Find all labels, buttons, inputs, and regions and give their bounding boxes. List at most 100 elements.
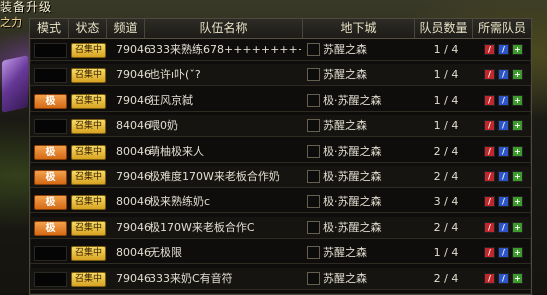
purple-crystal-decoration bbox=[2, 55, 28, 113]
party-row[interactable]: 召集中 79046 333来奶C有音符 苏醒之森 2 / 4// + bbox=[30, 267, 531, 290]
mode-normal-badge bbox=[34, 246, 67, 262]
header-required-members[interactable]: 所需队员 bbox=[473, 19, 531, 38]
channel-number: 84046 bbox=[116, 119, 151, 133]
recruiting-status-badge: 召集中 bbox=[71, 220, 106, 236]
member-count: 1 / 4 bbox=[433, 119, 459, 133]
plus-icon[interactable]: + bbox=[512, 69, 523, 81]
header-mode[interactable]: 模式 bbox=[30, 19, 69, 38]
staff-icon[interactable]: / bbox=[498, 94, 509, 106]
staff-icon[interactable]: / bbox=[498, 120, 509, 132]
staff-icon[interactable]: / bbox=[498, 272, 509, 284]
dungeon-name: 极·苏醒之森 bbox=[323, 195, 382, 209]
party-row[interactable]: 召集中 79046 也许ı卟(ˇ? 苏醒之森 1 / 4// + bbox=[30, 64, 531, 87]
channel-number: 80046 bbox=[116, 246, 151, 260]
dungeon-checkbox[interactable] bbox=[307, 271, 320, 285]
plus-icon[interactable]: + bbox=[512, 171, 523, 182]
dungeon-name: 极·苏醒之森 bbox=[323, 220, 382, 234]
plus-icon[interactable]: + bbox=[512, 196, 523, 208]
dungeon-name: 苏醒之森 bbox=[323, 43, 367, 56]
member-count: 2 / 4 bbox=[433, 220, 459, 234]
party-row[interactable]: 极召集中 79046 极170W来老板合作C 极·苏醒之森 2 / 4// + bbox=[30, 216, 531, 239]
dungeon-name: 苏醒之森 bbox=[323, 246, 367, 260]
mode-normal-badge bbox=[34, 271, 67, 287]
dungeon-checkbox[interactable] bbox=[307, 195, 320, 209]
dungeon-checkbox[interactable] bbox=[307, 144, 320, 158]
mode-extreme-badge: 极 bbox=[34, 144, 67, 160]
sword-icon[interactable]: / bbox=[484, 69, 495, 81]
staff-icon[interactable]: / bbox=[498, 145, 509, 157]
staff-icon[interactable]: / bbox=[498, 69, 509, 81]
party-row[interactable]: 极召集中 80046 萌柚极来人 极·苏醒之森 2 / 4// + bbox=[30, 141, 531, 163]
channel-number: 79046 bbox=[116, 93, 151, 107]
member-count: 3 / 4 bbox=[433, 195, 459, 209]
dungeon-name: 苏醒之森 bbox=[323, 271, 367, 285]
header-party-name[interactable]: 队伍名称 bbox=[145, 19, 303, 38]
recruiting-status-badge: 召集中 bbox=[71, 144, 106, 160]
party-name: 极来熟练奶c bbox=[149, 195, 211, 209]
header-member-count[interactable]: 队员数量 bbox=[415, 19, 473, 38]
member-count: 1 / 4 bbox=[433, 43, 459, 56]
party-row[interactable]: 极召集中 79046 极难度170W来老板合作奶 极·苏醒之森 2 / 4// + bbox=[30, 166, 531, 188]
recruiting-status-badge: 召集中 bbox=[71, 68, 106, 84]
staff-icon[interactable]: / bbox=[498, 196, 509, 208]
party-row[interactable]: 极召集中 80046 极来熟练奶c 极·苏醒之森 3 / 4// + bbox=[30, 191, 531, 214]
party-row[interactable]: 召集中 84046 喂0奶 苏醒之森 1 / 4// + bbox=[30, 115, 531, 138]
sword-icon[interactable]: / bbox=[484, 221, 495, 233]
staff-icon[interactable]: / bbox=[498, 171, 509, 182]
staff-icon[interactable]: / bbox=[498, 44, 509, 55]
mode-normal-badge bbox=[34, 43, 67, 58]
dungeon-name: 苏醒之森 bbox=[323, 68, 367, 82]
plus-icon[interactable]: + bbox=[512, 94, 523, 106]
plus-icon[interactable]: + bbox=[512, 221, 523, 233]
party-row[interactable]: 召集中 80046 无极限 苏醒之森 1 / 4// + bbox=[30, 242, 531, 265]
mode-extreme-badge: 极 bbox=[34, 220, 67, 236]
member-count: 1 / 4 bbox=[433, 246, 459, 260]
dungeon-checkbox[interactable] bbox=[307, 93, 320, 107]
header-channel[interactable]: 频道 bbox=[107, 19, 145, 38]
dungeon-checkbox[interactable] bbox=[307, 246, 320, 260]
sword-icon[interactable]: / bbox=[484, 145, 495, 157]
header-status[interactable]: 状态 bbox=[69, 19, 107, 38]
plus-icon[interactable]: + bbox=[512, 247, 523, 259]
sword-icon[interactable]: / bbox=[484, 44, 495, 55]
party-row[interactable]: 极召集中 79046 狂风京弑 极·苏醒之森 1 / 4// + bbox=[30, 90, 531, 112]
header-dungeon[interactable]: 地下城 bbox=[303, 19, 415, 38]
mode-normal-badge bbox=[34, 119, 67, 135]
dungeon-checkbox[interactable] bbox=[307, 170, 320, 183]
party-row[interactable]: 召集中79046333来熟练678+++++++++++苏醒之森1 / 4//+ bbox=[30, 39, 531, 61]
dungeon-checkbox[interactable] bbox=[307, 43, 320, 56]
staff-icon[interactable]: / bbox=[498, 221, 509, 233]
recruiting-status-badge: 召集中 bbox=[71, 271, 106, 287]
dungeon-name: 极·苏醒之森 bbox=[323, 170, 382, 183]
sword-icon[interactable]: / bbox=[484, 272, 495, 284]
dungeon-checkbox[interactable] bbox=[307, 68, 320, 82]
party-name: 333来奶C有音符 bbox=[149, 271, 233, 285]
party-name: 喂0奶 bbox=[149, 119, 178, 133]
sword-icon[interactable]: / bbox=[484, 247, 495, 259]
dungeon-name: 极·苏醒之森 bbox=[323, 93, 382, 107]
mode-normal-badge bbox=[34, 68, 67, 84]
mode-extreme-badge: 极 bbox=[34, 195, 67, 211]
channel-number: 79046 bbox=[116, 220, 151, 234]
party-name: 极难度170W来老板合作奶 bbox=[149, 170, 280, 183]
plus-icon[interactable]: + bbox=[512, 44, 523, 55]
mode-extreme-badge: 极 bbox=[34, 93, 67, 109]
sword-icon[interactable]: / bbox=[484, 94, 495, 106]
party-list-panel: 模式 状态 频道 队伍名称 地下城 队员数量 所需队员 召集中 79046 333来… bbox=[29, 18, 532, 295]
sword-icon[interactable]: / bbox=[484, 120, 495, 132]
plus-icon[interactable]: + bbox=[512, 120, 523, 132]
plus-icon[interactable]: + bbox=[512, 145, 523, 157]
member-count: 2 / 4 bbox=[433, 144, 459, 158]
plus-icon[interactable]: + bbox=[512, 272, 523, 284]
dungeon-checkbox[interactable] bbox=[307, 119, 320, 133]
sword-icon[interactable]: / bbox=[484, 196, 495, 208]
recruiting-status-badge: 召集中 bbox=[71, 93, 106, 109]
sword-icon[interactable]: / bbox=[484, 171, 495, 182]
party-list-header: 模式 状态 频道 队伍名称 地下城 队员数量 所需队员 bbox=[30, 19, 531, 39]
channel-number: 79046 bbox=[116, 170, 151, 183]
dungeon-checkbox[interactable] bbox=[307, 220, 320, 234]
recruiting-status-badge: 召集中 bbox=[71, 195, 106, 211]
staff-icon[interactable]: / bbox=[498, 247, 509, 259]
party-name: 萌柚极来人 bbox=[149, 144, 204, 158]
partial-label: 之力 bbox=[0, 16, 22, 29]
